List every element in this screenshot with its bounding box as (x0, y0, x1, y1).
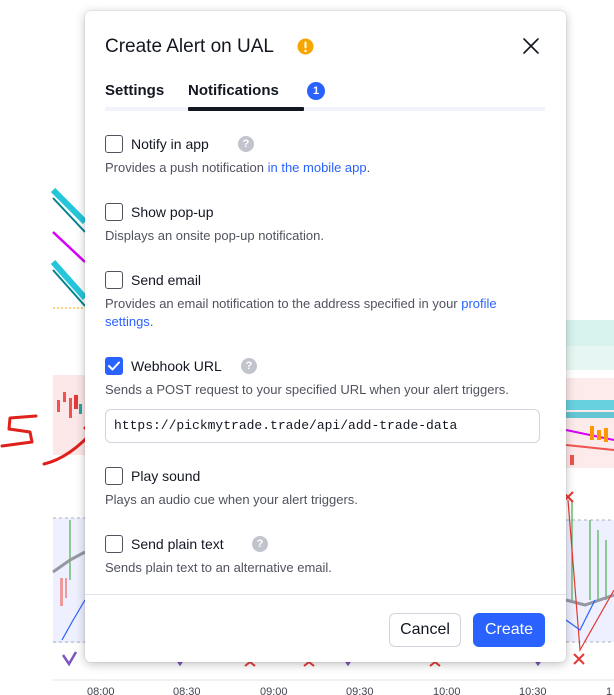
help-icon[interactable]: ? (252, 536, 268, 552)
webhook-url-input[interactable]: https://pickmytrade.trade/api/add-trade-… (105, 409, 540, 443)
time-axis-label: 08:00 (87, 686, 115, 695)
time-axis-label: 09:00 (260, 686, 288, 695)
description-text: Provides an email notification to the ad… (105, 296, 462, 311)
chart-right-strip (562, 320, 614, 665)
show-popup-description: Displays an onsite pop-up notification. (105, 228, 324, 243)
play-sound-label[interactable]: Play sound (131, 467, 200, 485)
webhook-url-checkbox[interactable] (105, 357, 123, 375)
create-button[interactable]: Create (473, 613, 545, 647)
option-show-popup: Show pop-up Displays an onsite pop-up no… (105, 202, 545, 245)
description-text: . (366, 160, 371, 175)
checkmark-icon (108, 361, 120, 371)
dialog-footer: Cancel Create (85, 594, 566, 662)
notify-in-app-checkbox[interactable] (105, 135, 123, 153)
play-sound-checkbox[interactable] (105, 467, 123, 485)
option-notify-in-app: Notify in app ? Provides a push notifica… (105, 134, 545, 177)
time-axis-label: 10:30 (519, 686, 547, 695)
description-text: . (149, 314, 154, 329)
send-plain-text-checkbox[interactable] (105, 535, 123, 553)
dialog-title: Create Alert on UAL (105, 36, 274, 57)
close-icon (523, 38, 539, 54)
webhook-url-description: Sends a POST request to your specified U… (105, 382, 509, 397)
webhook-url-label[interactable]: Webhook URL (131, 357, 222, 375)
show-popup-checkbox[interactable] (105, 203, 123, 221)
show-popup-label[interactable]: Show pop-up (131, 203, 214, 221)
create-alert-dialog: Create Alert on UAL Settings Notificatio… (85, 11, 566, 662)
help-icon[interactable]: ? (241, 358, 257, 374)
description-text: Provides a push notification (105, 160, 268, 175)
send-email-checkbox[interactable] (105, 271, 123, 289)
send-plain-text-description: Sends plain text to an alternative email… (105, 560, 332, 575)
dialog-header: Create Alert on UAL (105, 35, 546, 61)
option-webhook-url: Webhook URL ? Sends a POST request to yo… (105, 356, 545, 399)
tab-settings[interactable]: Settings (105, 81, 164, 101)
notify-in-app-description: Provides a push notification in the mobi… (105, 159, 545, 177)
help-icon[interactable]: ? (238, 136, 254, 152)
time-axis-label: 08:30 (173, 686, 201, 695)
mobile-app-link[interactable]: in the mobile app (268, 160, 367, 175)
tab-notifications[interactable]: Notifications (188, 81, 279, 101)
send-email-label[interactable]: Send email (131, 271, 201, 289)
time-axis-label: 10:00 (433, 686, 461, 695)
active-tab-indicator (188, 107, 304, 111)
option-send-plain-text: Send plain text ? Sends plain text to an… (105, 534, 545, 577)
notifications-badge: 1 (307, 82, 325, 100)
close-button[interactable] (520, 35, 542, 57)
option-play-sound: Play sound Plays an audio cue when your … (105, 466, 545, 509)
option-send-email: Send email Provides an email notificatio… (105, 270, 545, 331)
dialog-tabs: Settings Notifications 1 (105, 81, 545, 111)
notify-in-app-label[interactable]: Notify in app (131, 135, 209, 153)
play-sound-description: Plays an audio cue when your alert trigg… (105, 492, 358, 507)
time-axis-label: 1 (606, 686, 613, 695)
time-axis-label: 09:30 (346, 686, 374, 695)
send-email-description: Provides an email notification to the ad… (105, 295, 545, 331)
cancel-button[interactable]: Cancel (389, 613, 461, 647)
warning-icon[interactable] (297, 38, 314, 55)
send-plain-text-label[interactable]: Send plain text (131, 535, 224, 553)
